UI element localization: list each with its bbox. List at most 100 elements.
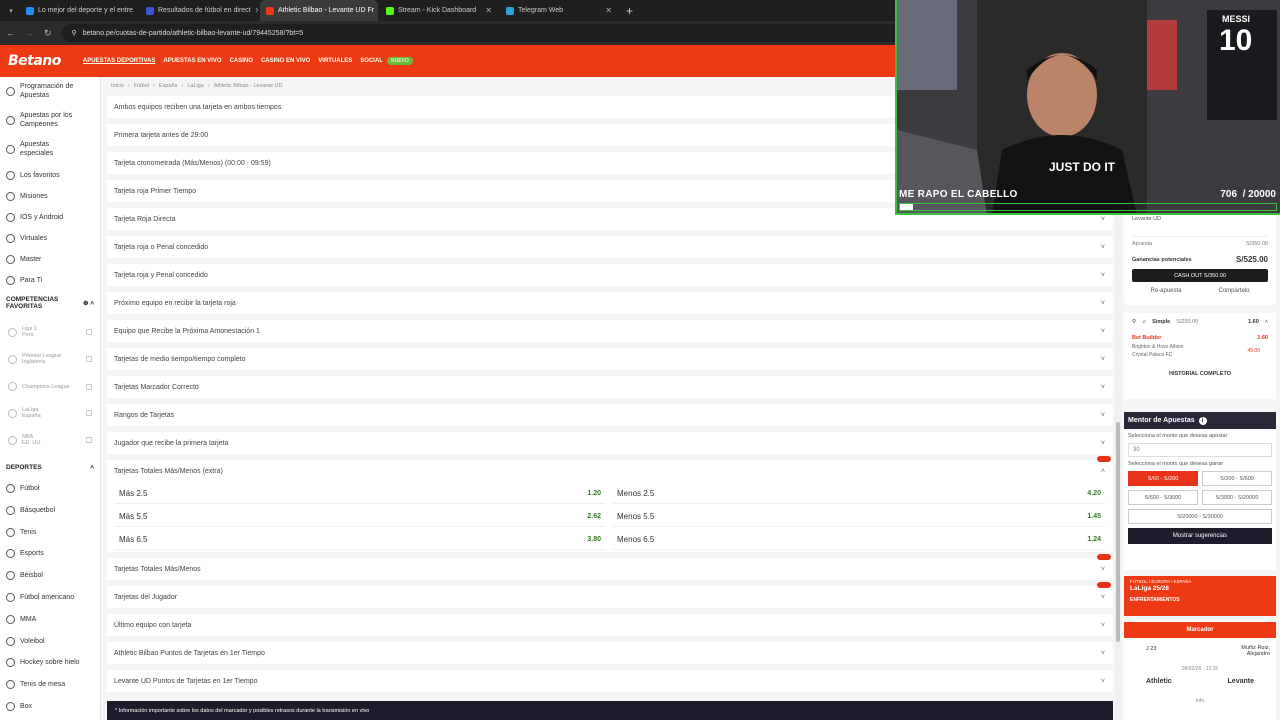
- browser-tab[interactable]: Stream - Kick Dashboard ✕: [380, 0, 498, 21]
- favorite-competitions-heading[interactable]: COMPETENCIAS FAVORITAS ⊕ ˄: [0, 296, 100, 310]
- chevron-down-icon[interactable]: ˅: [1101, 622, 1105, 629]
- stake-amount-input[interactable]: 30: [1128, 443, 1272, 457]
- odd-button-under[interactable]: Menos 2.5 4.20: [613, 484, 1105, 504]
- nav-virtuals[interactable]: VIRTUALES: [318, 58, 352, 64]
- chevron-icon[interactable]: ˅: [1101, 440, 1105, 447]
- sport-item[interactable]: Fútbol americano: [0, 593, 80, 603]
- checkbox[interactable]: [86, 410, 92, 416]
- chevron-icon[interactable]: ˅: [1101, 216, 1105, 223]
- sidebar-item-ios-android[interactable]: IOS y Android: [0, 213, 69, 223]
- sport-item[interactable]: Básquetbol: [0, 505, 61, 515]
- sidebar-item-especiales[interactable]: Apuestas especiales: [0, 140, 71, 158]
- chevron-down-icon[interactable]: ˅: [1101, 594, 1105, 601]
- nav-sports-betting[interactable]: APUESTAS DEPORTIVAS: [83, 58, 155, 64]
- chevron-down-icon[interactable]: ˅: [1101, 566, 1105, 573]
- chevron-icon[interactable]: ˅: [1101, 384, 1105, 391]
- sidebar-item-para-ti[interactable]: Para Ti: [0, 276, 48, 286]
- market-row[interactable]: Athletic Bilbao Puntos de Tarjetas en 1e…: [107, 642, 1113, 664]
- show-suggestions-button[interactable]: Mostrar sugerencias: [1128, 528, 1272, 544]
- competition-item[interactable]: LaLiga España: [0, 407, 100, 419]
- target-option[interactable]: S/200 - S/600: [1202, 471, 1272, 486]
- rebet-button[interactable]: Re-apuesta: [1150, 288, 1181, 294]
- market-row[interactable]: Tarjeta roja o Penal concedido ˅: [107, 236, 1113, 258]
- chevron-down-icon[interactable]: ˅: [1101, 650, 1105, 657]
- chevron-icon[interactable]: ˅: [1101, 356, 1105, 363]
- forward-icon[interactable]: →: [25, 28, 34, 38]
- market-row[interactable]: Tarjetas de medio tiempo/tiempo completo…: [107, 348, 1113, 370]
- reload-icon[interactable]: ↻: [44, 28, 52, 39]
- chevron-up-icon[interactable]: ˄: [1265, 319, 1268, 325]
- chevron-icon[interactable]: ˅: [1101, 300, 1105, 307]
- breadcrumb-item[interactable]: Inicio: [111, 83, 124, 89]
- target-option[interactable]: S/600 - S/3000: [1128, 490, 1198, 505]
- sport-item[interactable]: Tenis: [0, 527, 42, 537]
- browser-tab[interactable]: Telegram Web ✕: [500, 0, 618, 21]
- market-row[interactable]: Tarjetas Totales Más/Menos (extra) ˄: [107, 456, 1113, 482]
- sidebar-item-master[interactable]: Master: [0, 255, 47, 265]
- chevron-up-icon[interactable]: ˄: [90, 464, 94, 471]
- target-option[interactable]: S/20000 - S/30000: [1128, 509, 1272, 524]
- breadcrumb-item[interactable]: LaLiga: [187, 83, 204, 89]
- competition-item[interactable]: Liga 1 Perú: [0, 326, 100, 338]
- competition-item[interactable]: Champions League: [0, 382, 100, 391]
- checkbox[interactable]: [86, 329, 92, 335]
- sport-item[interactable]: MMA: [0, 614, 42, 624]
- market-row[interactable]: Tarjeta roja y Penal concedido ˅: [107, 264, 1113, 286]
- market-row[interactable]: Tarjetas Totales Más/Menos ˅: [107, 554, 1113, 580]
- chevron-icon[interactable]: ˅: [1101, 244, 1105, 251]
- back-icon[interactable]: ←: [6, 28, 15, 38]
- odd-button-under[interactable]: Menos 6.5 1.24: [613, 530, 1105, 550]
- odd-button-over[interactable]: Más 6.5 3.80: [115, 530, 605, 550]
- bell-icon[interactable]: ♫: [1142, 319, 1146, 325]
- sports-heading[interactable]: DEPORTES ˄: [0, 464, 100, 471]
- market-row[interactable]: Próximo equipo en recibir la tarjeta roj…: [107, 292, 1113, 314]
- chevron-up-icon[interactable]: ⊕ ˄: [83, 299, 94, 307]
- full-history-link[interactable]: HISTORIAL COMPLETO: [1132, 371, 1268, 377]
- chevron-icon[interactable]: ˅: [1101, 272, 1105, 279]
- sport-item[interactable]: Box: [0, 702, 38, 712]
- browser-tab[interactable]: Resultados de fútbol en direct ✕: [140, 0, 258, 21]
- sport-item[interactable]: Voleibol: [0, 636, 51, 646]
- sidebar-item-virtuales[interactable]: Virtuales: [0, 234, 53, 244]
- market-row[interactable]: Levante UD Puntos de Tarjetas en 1er Tie…: [107, 670, 1113, 692]
- checkbox[interactable]: [86, 383, 92, 390]
- close-icon[interactable]: ✕: [485, 6, 492, 15]
- close-icon[interactable]: ✕: [137, 6, 138, 15]
- competition-item[interactable]: Premier League Inglaterra: [0, 353, 100, 365]
- betano-logo[interactable]: Betano: [8, 53, 61, 69]
- sport-item[interactable]: Hockey sobre hielo: [0, 658, 86, 668]
- checkbox[interactable]: [86, 437, 92, 443]
- chevron-icon[interactable]: ˄: [1101, 468, 1105, 475]
- browser-tab-active[interactable]: Athletic Bilbao - Levante UD Fr✕: [260, 0, 378, 21]
- nav-social[interactable]: SOCIAL: [360, 58, 383, 64]
- market-row[interactable]: Jugador que recibe la primera tarjeta ˅: [107, 432, 1113, 454]
- close-icon[interactable]: ✕: [605, 6, 612, 15]
- nav-live-casino[interactable]: CASINO EN VIVO: [261, 58, 310, 64]
- sidebar-item-misiones[interactable]: Misiones: [0, 192, 54, 202]
- odd-button-under[interactable]: Menos 5.5 1.45: [613, 507, 1105, 527]
- target-option-selected[interactable]: S/60 - S/200: [1128, 471, 1198, 486]
- new-tab-icon[interactable]: +: [626, 4, 633, 18]
- market-row[interactable]: Tarjetas del Jugador ˅: [107, 582, 1113, 608]
- sport-item[interactable]: Béisbol: [0, 571, 49, 581]
- browser-tab[interactable]: Lo mejor del deporte y el entre ✕: [20, 0, 138, 21]
- chevron-icon[interactable]: ˅: [1101, 412, 1105, 419]
- share-button[interactable]: Compártelo: [1218, 288, 1249, 294]
- market-row[interactable]: Equipo que Recibe la Próxima Amonestació…: [107, 320, 1113, 342]
- tab-search-icon[interactable]: ▾: [4, 4, 18, 18]
- market-row[interactable]: Tarjetas Marcador Correcto ˅: [107, 376, 1113, 398]
- sport-item[interactable]: Fútbol: [0, 484, 45, 494]
- nav-casino[interactable]: CASINO: [230, 58, 253, 64]
- pin-icon[interactable]: ⚲: [1132, 319, 1136, 325]
- cashout-button[interactable]: CASH OUT S/350.00: [1132, 269, 1268, 282]
- close-icon[interactable]: ✕: [255, 6, 258, 15]
- odd-button-over[interactable]: Más 2.5 1.20: [115, 484, 605, 504]
- breadcrumb-item[interactable]: Fútbol: [134, 83, 149, 89]
- sidebar-item-campeones[interactable]: Apuestas por los Campeones: [0, 111, 86, 129]
- scrollbar-thumb[interactable]: [1116, 422, 1120, 642]
- competition-item[interactable]: NBA EE. UU.: [0, 434, 100, 446]
- checkbox[interactable]: [86, 356, 92, 362]
- breadcrumb-item[interactable]: España: [159, 83, 178, 89]
- chevron-down-icon[interactable]: ˅: [1101, 678, 1105, 685]
- sidebar-item-favoritos[interactable]: Los favoritos: [0, 171, 66, 181]
